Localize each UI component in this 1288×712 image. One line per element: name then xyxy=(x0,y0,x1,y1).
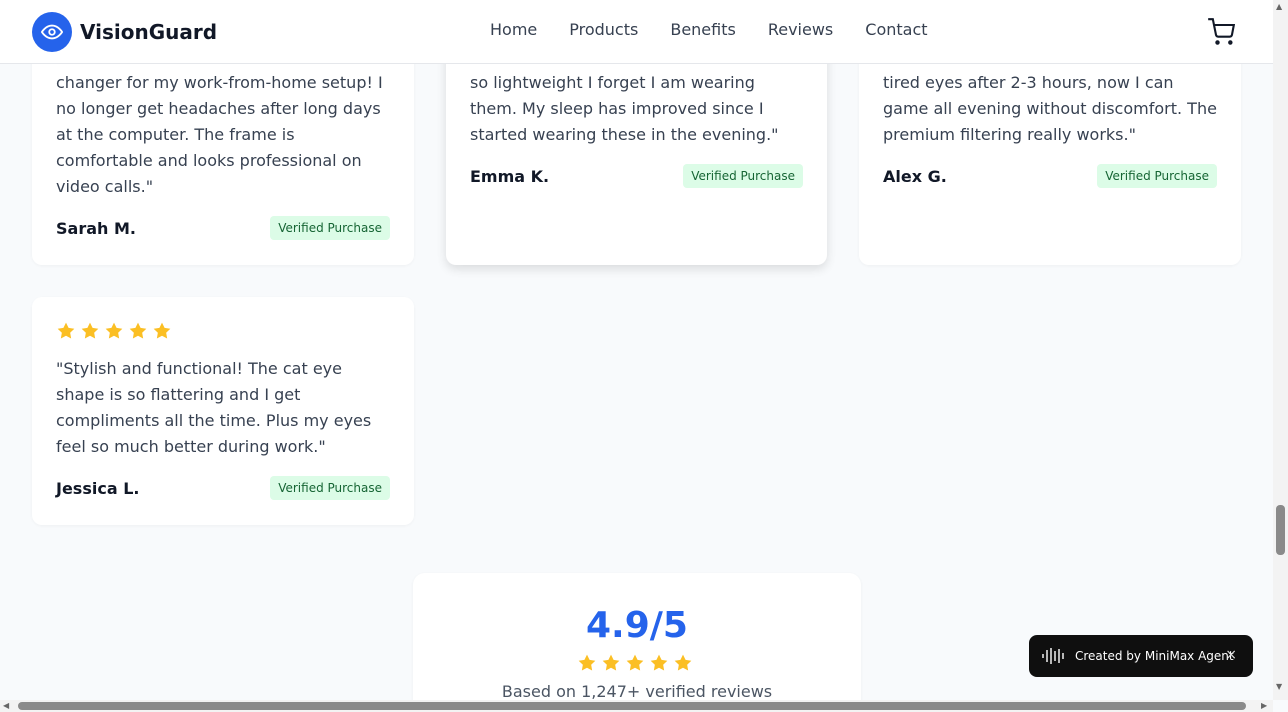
review-quote: tired eyes after 2-3 hours, now I can ga… xyxy=(883,73,1217,144)
scroll-right-icon[interactable]: ▶ xyxy=(1261,701,1267,710)
verified-badge: Verified Purchase xyxy=(270,216,390,240)
nav-reviews[interactable]: Reviews xyxy=(768,20,833,39)
rating-subtitle: Based on 1,247+ verified reviews xyxy=(501,682,773,701)
review-card: changer for my work-from-home setup! I n… xyxy=(32,30,414,265)
rating-value: 4.9/5 xyxy=(586,605,688,646)
star-icon xyxy=(57,322,75,339)
review-quote: changer for my work-from-home setup! I n… xyxy=(56,73,383,196)
site-header: VisionGuard Home Products Benefits Revie… xyxy=(0,0,1273,64)
review-author: Jessica L. xyxy=(56,479,140,498)
star-icon xyxy=(626,654,644,671)
scroll-up-icon[interactable]: ▲ xyxy=(1276,2,1282,11)
brand-name: VisionGuard xyxy=(80,20,218,44)
star-icon xyxy=(153,322,171,339)
cart-icon[interactable] xyxy=(1207,18,1236,46)
nav-products[interactable]: Products xyxy=(569,20,638,39)
star-icon xyxy=(105,322,123,339)
star-icon xyxy=(602,654,620,671)
star-icon xyxy=(674,654,692,671)
review-author: Sarah M. xyxy=(56,219,136,238)
nav-contact[interactable]: Contact xyxy=(865,20,927,39)
star-rating xyxy=(577,653,693,673)
main-nav: Home Products Benefits Reviews Contact xyxy=(490,20,928,39)
review-card: "Stylish and functional! The cat eye sha… xyxy=(32,297,414,525)
review-card: tired eyes after 2-3 hours, now I can ga… xyxy=(859,30,1241,265)
star-icon xyxy=(578,654,596,671)
star-icon xyxy=(129,322,147,339)
nav-benefits[interactable]: Benefits xyxy=(670,20,736,39)
rating-summary: 4.9/5 Based on 1,247+ verified reviews xyxy=(413,573,861,712)
star-rating xyxy=(56,321,172,341)
verified-badge: Verified Purchase xyxy=(683,164,803,188)
agent-badge-label: Created by MiniMax Agent xyxy=(1075,649,1234,663)
horizontal-scrollbar[interactable]: ◀ ▶ xyxy=(0,700,1273,712)
vertical-scroll-thumb[interactable] xyxy=(1276,505,1285,555)
review-author: Alex G. xyxy=(883,167,947,186)
scroll-down-icon[interactable]: ▼ xyxy=(1276,682,1282,691)
waveform-icon xyxy=(1042,648,1064,664)
agent-badge[interactable]: Created by MiniMax Agent × xyxy=(1029,635,1253,677)
close-icon[interactable]: × xyxy=(1225,647,1237,663)
review-card: so lightweight I forget I am wearing the… xyxy=(446,30,827,265)
review-author: Emma K. xyxy=(470,167,550,186)
horizontal-scroll-thumb[interactable] xyxy=(18,702,1246,710)
vertical-scrollbar[interactable]: ▲ ▼ xyxy=(1273,0,1288,700)
eye-icon xyxy=(32,12,72,52)
review-quote: so lightweight I forget I am wearing the… xyxy=(470,73,779,144)
review-quote: "Stylish and functional! The cat eye sha… xyxy=(56,359,372,456)
nav-home[interactable]: Home xyxy=(490,20,537,39)
star-icon xyxy=(650,654,668,671)
verified-badge: Verified Purchase xyxy=(270,476,390,500)
scroll-left-icon[interactable]: ◀ xyxy=(3,701,9,710)
logo[interactable]: VisionGuard xyxy=(32,12,217,52)
star-icon xyxy=(81,322,99,339)
verified-badge: Verified Purchase xyxy=(1097,164,1217,188)
